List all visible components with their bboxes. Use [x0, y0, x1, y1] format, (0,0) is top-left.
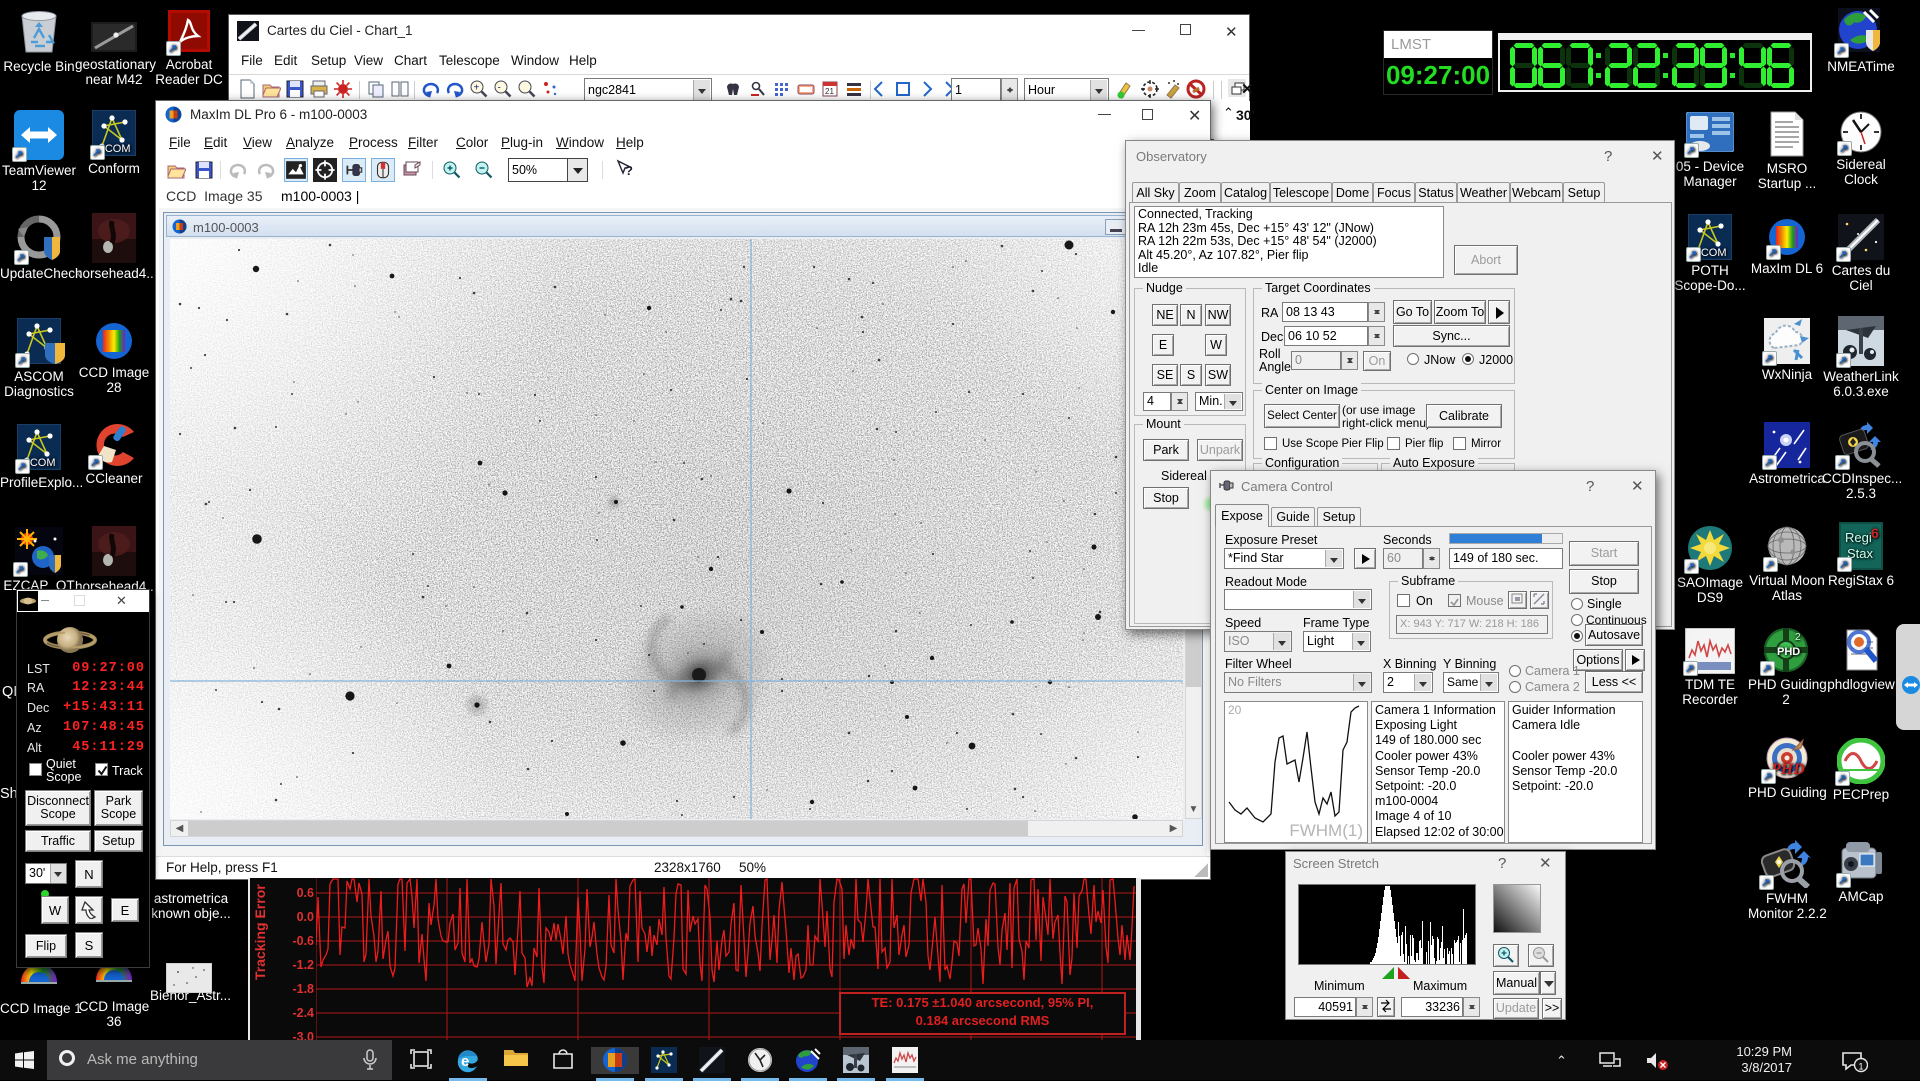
svg-text:Regi: Regi	[1845, 530, 1872, 545]
svg-text:21: 21	[825, 87, 834, 96]
svg-text:1: 1	[1859, 1062, 1864, 1072]
svg-text:2: 2	[1795, 632, 1801, 643]
svg-text:6: 6	[1871, 525, 1879, 541]
svg-text:PHD: PHD	[1777, 646, 1800, 658]
svg-text:e: e	[461, 1053, 469, 1070]
svg-text:?: ?	[625, 163, 633, 178]
svg-text:-: -	[498, 83, 501, 94]
svg-text:+: +	[474, 83, 480, 94]
